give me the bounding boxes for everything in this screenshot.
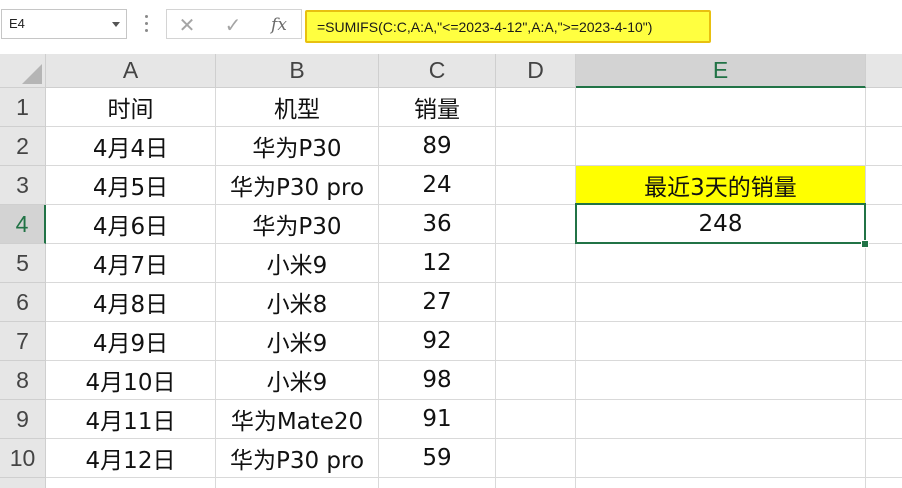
row-header-2[interactable]: 2 xyxy=(0,127,46,166)
cell-c4[interactable]: 36 xyxy=(379,205,496,244)
cell-b3[interactable]: 华为P30 pro xyxy=(216,166,379,205)
cell-b9[interactable]: 华为Mate20 xyxy=(216,400,379,439)
enter-check-icon[interactable]: ✓ xyxy=(219,12,247,38)
cancel-icon[interactable]: ✕ xyxy=(173,12,201,38)
cell-a4[interactable]: 4月6日 xyxy=(46,205,216,244)
cell-d2[interactable] xyxy=(496,127,576,166)
row-header-11[interactable] xyxy=(0,478,46,488)
row-header-10[interactable]: 10 xyxy=(0,439,46,478)
row-header-1[interactable]: 1 xyxy=(0,88,46,127)
row-header-8[interactable]: 8 xyxy=(0,361,46,400)
column-header-e[interactable]: E xyxy=(576,54,866,88)
row-header-9[interactable]: 9 xyxy=(0,400,46,439)
cell-e7[interactable] xyxy=(576,322,866,361)
cell-e6[interactable] xyxy=(576,283,866,322)
cell-e9[interactable] xyxy=(576,400,866,439)
cell-b8[interactable]: 小米9 xyxy=(216,361,379,400)
select-all-triangle-icon xyxy=(22,64,42,84)
cell-d5[interactable] xyxy=(496,244,576,283)
summary-value-cell[interactable]: 248 xyxy=(576,205,866,244)
cell-d6[interactable] xyxy=(496,283,576,322)
cell-b1[interactable]: 机型 xyxy=(216,88,379,127)
column-header-b[interactable]: B xyxy=(216,54,379,88)
cell-b4[interactable]: 华为P30 xyxy=(216,205,379,244)
row-header-7[interactable]: 7 xyxy=(0,322,46,361)
cell-a3[interactable]: 4月5日 xyxy=(46,166,216,205)
cell-c10[interactable]: 59 xyxy=(379,439,496,478)
cell-e10[interactable] xyxy=(576,439,866,478)
cell-c9[interactable]: 91 xyxy=(379,400,496,439)
cell-a5[interactable]: 4月7日 xyxy=(46,244,216,283)
cell-b10[interactable]: 华为P30 pro xyxy=(216,439,379,478)
cell-e11[interactable] xyxy=(576,478,866,488)
column-header-d[interactable]: D xyxy=(496,54,576,88)
cell-d1[interactable] xyxy=(496,88,576,127)
row-header-6[interactable]: 6 xyxy=(0,283,46,322)
cell-b11[interactable] xyxy=(216,478,379,488)
cell-f6[interactable] xyxy=(866,283,902,322)
cell-c6[interactable]: 27 xyxy=(379,283,496,322)
cell-e2[interactable] xyxy=(576,127,866,166)
cell-f5[interactable] xyxy=(866,244,902,283)
cell-f10[interactable] xyxy=(866,439,902,478)
row-header-5[interactable]: 5 xyxy=(0,244,46,283)
formula-bar: E4 ✕ ✓ fx =SUMIFS(C:C,A:A,"<=2023-4-12",… xyxy=(0,0,902,52)
cell-d7[interactable] xyxy=(496,322,576,361)
cell-b2[interactable]: 华为P30 xyxy=(216,127,379,166)
select-all-corner[interactable] xyxy=(0,54,46,88)
insert-function-icon[interactable]: fx xyxy=(265,12,293,38)
cell-a9[interactable]: 4月11日 xyxy=(46,400,216,439)
name-box-value: E4 xyxy=(9,16,25,31)
cell-f11[interactable] xyxy=(866,478,902,488)
cell-f3[interactable] xyxy=(866,166,902,205)
cell-b6[interactable]: 小米8 xyxy=(216,283,379,322)
cell-a11[interactable] xyxy=(46,478,216,488)
cell-d3[interactable] xyxy=(496,166,576,205)
cell-a10[interactable]: 4月12日 xyxy=(46,439,216,478)
row-header-4[interactable]: 4 xyxy=(0,205,46,244)
cell-c5[interactable]: 12 xyxy=(379,244,496,283)
cell-f4[interactable] xyxy=(866,205,902,244)
cell-a2[interactable]: 4月4日 xyxy=(46,127,216,166)
formula-text: =SUMIFS(C:C,A:A,"<=2023-4-12",A:A,">=202… xyxy=(317,19,653,35)
cell-b5[interactable]: 小米9 xyxy=(216,244,379,283)
cell-e1[interactable] xyxy=(576,88,866,127)
cell-d4[interactable] xyxy=(496,205,576,244)
cell-d9[interactable] xyxy=(496,400,576,439)
cell-c7[interactable]: 92 xyxy=(379,322,496,361)
name-box[interactable]: E4 xyxy=(1,9,127,39)
formula-input[interactable]: =SUMIFS(C:C,A:A,"<=2023-4-12",A:A,">=202… xyxy=(305,10,711,43)
column-header-a[interactable]: A xyxy=(46,54,216,88)
cell-d8[interactable] xyxy=(496,361,576,400)
row-header-3[interactable]: 3 xyxy=(0,166,46,205)
formula-bar-grip-icon[interactable] xyxy=(145,15,149,35)
cell-f2[interactable] xyxy=(866,127,902,166)
cell-c2[interactable]: 89 xyxy=(379,127,496,166)
cell-b7[interactable]: 小米9 xyxy=(216,322,379,361)
cell-a1[interactable]: 时间 xyxy=(46,88,216,127)
cell-c8[interactable]: 98 xyxy=(379,361,496,400)
cell-c11[interactable] xyxy=(379,478,496,488)
column-header-f[interactable] xyxy=(866,54,902,88)
column-header-c[interactable]: C xyxy=(379,54,496,88)
cell-a7[interactable]: 4月9日 xyxy=(46,322,216,361)
cell-e8[interactable] xyxy=(576,361,866,400)
fill-handle[interactable] xyxy=(861,240,869,248)
cell-a6[interactable]: 4月8日 xyxy=(46,283,216,322)
cell-d11[interactable] xyxy=(496,478,576,488)
chevron-down-icon[interactable] xyxy=(112,22,120,27)
cell-c1[interactable]: 销量 xyxy=(379,88,496,127)
cell-d10[interactable] xyxy=(496,439,576,478)
cell-e5[interactable] xyxy=(576,244,866,283)
cell-a8[interactable]: 4月10日 xyxy=(46,361,216,400)
cell-f1[interactable] xyxy=(866,88,902,127)
cell-f7[interactable] xyxy=(866,322,902,361)
cell-c3[interactable]: 24 xyxy=(379,166,496,205)
cell-f8[interactable] xyxy=(866,361,902,400)
summary-label-cell[interactable]: 最近3天的销量 xyxy=(576,166,866,205)
cell-f9[interactable] xyxy=(866,400,902,439)
formula-bar-buttons: ✕ ✓ fx xyxy=(166,9,302,39)
